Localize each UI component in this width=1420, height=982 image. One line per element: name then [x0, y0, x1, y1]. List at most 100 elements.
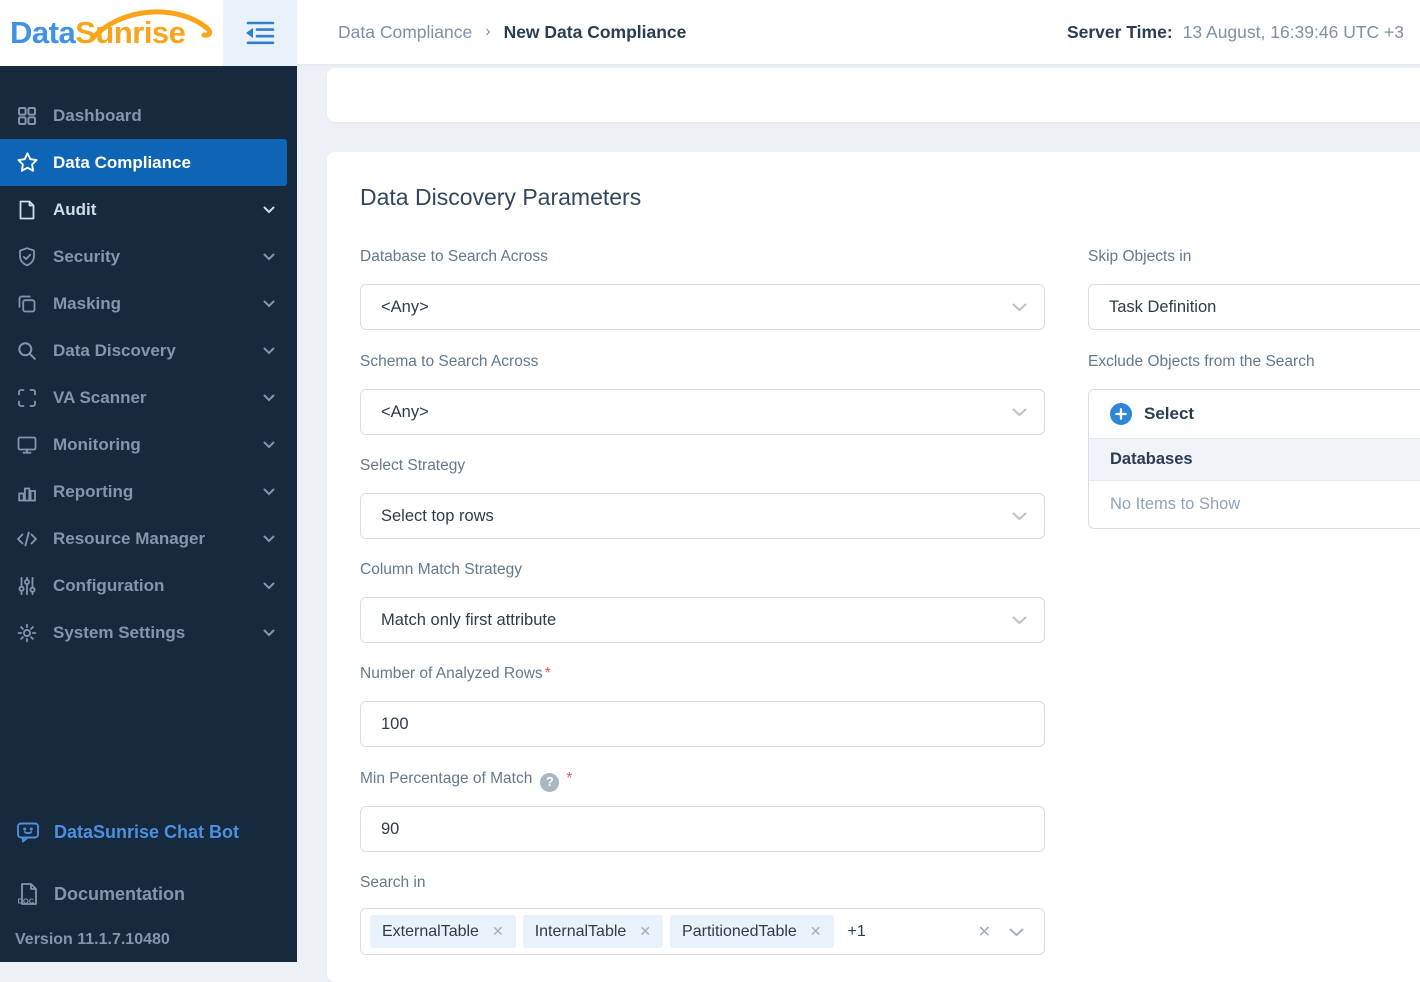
documentation-label: Documentation	[54, 883, 186, 904]
svg-text:DOC: DOC	[18, 897, 35, 906]
chevron-down-icon	[263, 347, 275, 355]
help-icon[interactable]: ?	[540, 773, 560, 792]
column-match-strategy-select[interactable]: Match only first attribute	[360, 597, 1045, 643]
field-schema-to-search-across: Schema to Search Across <Any>	[360, 353, 1045, 435]
gear-icon	[15, 621, 39, 645]
database-select[interactable]: <Any>	[360, 284, 1045, 330]
sidebar-item-masking[interactable]: Masking	[0, 280, 297, 327]
field-label: Schema to Search Across	[360, 353, 539, 370]
sidebar-item-data-discovery[interactable]: Data Discovery	[0, 327, 297, 374]
sidebar-item-data-compliance[interactable]: Data Compliance	[0, 139, 287, 186]
sidebar-item-label: Data Discovery	[53, 340, 176, 360]
chat-bot-icon	[15, 819, 41, 845]
field-column-match-strategy: Column Match Strategy Match only first a…	[360, 561, 1045, 643]
select-value: Task Definition	[1109, 297, 1217, 316]
sidebar-item-audit[interactable]: Audit	[0, 186, 297, 233]
field-number-of-analyzed-rows: Number of Analyzed Rows *	[360, 665, 1045, 747]
search-in-multiselect[interactable]: ExternalTable ✕ InternalTable ✕ Partitio…	[360, 908, 1045, 955]
bar-chart-icon	[15, 480, 39, 504]
field-exclude-objects: Exclude Objects from the Search Select D…	[1088, 353, 1420, 529]
sidebar-item-label: Reporting	[53, 481, 134, 501]
sidebar-item-label: Data Compliance	[53, 152, 191, 172]
sidebar-item-label: Security	[53, 246, 121, 266]
chat-bot-label: DataSunrise Chat Bot	[54, 821, 240, 842]
breadcrumb-current: New Data Compliance	[503, 21, 687, 42]
grid-icon	[15, 104, 39, 128]
clear-all-icon[interactable]: ✕	[978, 922, 991, 942]
search-icon	[15, 339, 39, 363]
number-of-analyzed-rows-input[interactable]	[360, 701, 1045, 747]
exclude-select-button[interactable]: Select	[1089, 390, 1420, 438]
sidebar-item-reporting[interactable]: Reporting	[0, 468, 297, 515]
star-icon	[15, 151, 39, 175]
field-label: Select Strategy	[360, 457, 466, 474]
field-search-in: Search in ExternalTable ✕ InternalTable …	[360, 874, 1045, 955]
chevron-down-icon	[1012, 408, 1027, 417]
select-value: Select top rows	[381, 506, 494, 525]
chevron-down-icon	[1012, 512, 1027, 521]
copy-icon	[15, 292, 39, 316]
sidebar-collapse-button[interactable]	[223, 0, 297, 66]
sidebar-item-resource-manager[interactable]: Resource Manager	[0, 515, 297, 562]
sidebar-item-configuration[interactable]: Configuration	[0, 562, 297, 609]
server-time: Server Time: 13 August, 16:39:46 UTC +3	[1067, 0, 1404, 64]
schema-select[interactable]: <Any>	[360, 389, 1045, 435]
sidebar-item-label: Monitoring	[53, 434, 141, 454]
chevron-down-icon[interactable]	[1009, 928, 1024, 937]
tag-label: PartitionedTable	[682, 922, 797, 940]
breadcrumb-parent-link[interactable]: Data Compliance	[338, 22, 472, 43]
data-discovery-parameters-card: Data Discovery Parameters Database to Se…	[327, 152, 1420, 982]
exclude-empty-state: No Items to Show	[1089, 480, 1420, 528]
required-asterisk: *	[566, 770, 573, 787]
sidebar-item-label: Resource Manager	[53, 528, 206, 548]
chevron-down-icon	[1012, 303, 1027, 312]
exclude-select-label: Select	[1144, 404, 1195, 423]
server-time-label: Server Time:	[1066, 21, 1173, 42]
search-in-tag: InternalTable ✕	[522, 915, 664, 948]
monitor-icon	[15, 433, 39, 457]
chevron-down-icon	[263, 629, 275, 637]
logo-text-data: Data	[10, 15, 76, 50]
skip-objects-select[interactable]: Task Definition	[1088, 284, 1420, 330]
field-label: Database to Search Across	[360, 248, 548, 265]
page-title: Data Discovery Parameters	[360, 184, 642, 210]
search-in-tag: ExternalTable ✕	[370, 915, 516, 948]
documentation-icon: DOC	[15, 881, 41, 907]
tag-label: InternalTable	[534, 922, 627, 940]
document-icon	[15, 198, 39, 222]
sidebar-item-va-scanner[interactable]: VA Scanner	[0, 374, 297, 421]
documentation-link[interactable]: DOC Documentation	[0, 870, 297, 918]
field-label: Exclude Objects from the Search	[1088, 353, 1315, 370]
min-percentage-of-match-input[interactable]	[360, 806, 1045, 852]
sidebar-nav: Dashboard Data Compliance Audit Security	[0, 92, 297, 656]
sidebar-item-system-settings[interactable]: System Settings	[0, 609, 297, 656]
exclude-objects-panel: Select Databases No Items to Show	[1088, 389, 1420, 529]
chevron-down-icon	[263, 488, 275, 496]
version-label: Version 11.1.7.10480	[15, 931, 170, 948]
plus-icon	[1110, 403, 1132, 425]
sidebar-item-dashboard[interactable]: Dashboard	[0, 92, 297, 139]
select-value: <Any>	[381, 402, 429, 421]
tag-remove-icon[interactable]: ✕	[639, 923, 651, 940]
sidebar-item-label: Configuration	[53, 575, 165, 595]
sidebar-item-monitoring[interactable]: Monitoring	[0, 421, 297, 468]
previous-card-fragment	[327, 68, 1420, 122]
chevron-down-icon	[263, 441, 275, 449]
breadcrumb-separator-icon: ›	[485, 23, 491, 40]
field-database-to-search-across: Database to Search Across <Any>	[360, 248, 1045, 330]
tag-remove-icon[interactable]: ✕	[492, 923, 504, 940]
chevron-down-icon	[263, 206, 275, 214]
sidebar-item-label: System Settings	[53, 622, 186, 642]
logo-text-sunrise: Sunrise	[75, 15, 186, 50]
datasunrise-logo[interactable]: DataSunrise	[10, 9, 213, 51]
select-strategy-select[interactable]: Select top rows	[360, 493, 1045, 539]
tag-remove-icon[interactable]: ✕	[810, 923, 822, 940]
field-select-strategy: Select Strategy Select top rows	[360, 457, 1045, 539]
sidebar-item-label: Dashboard	[53, 105, 142, 125]
scan-icon	[15, 386, 39, 410]
more-tags-count: +1	[847, 922, 866, 940]
sidebar-item-security[interactable]: Security	[0, 233, 297, 280]
sliders-icon	[15, 574, 39, 598]
chat-bot-link[interactable]: DataSunrise Chat Bot	[0, 808, 297, 856]
chevron-down-icon	[263, 582, 275, 590]
